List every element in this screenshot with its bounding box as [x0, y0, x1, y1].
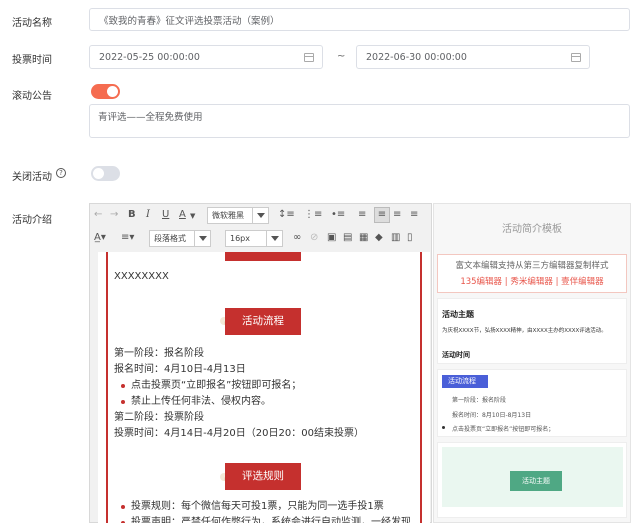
ordered-list-icon[interactable]: ⋮≡: [304, 208, 322, 222]
vote-end-value: 2022-06-30 00:00:00: [366, 51, 467, 63]
intro-label: 活动介绍: [12, 215, 52, 226]
bullet-dot: [121, 505, 125, 509]
question-circle-icon[interactable]: ?: [56, 168, 66, 178]
third-party-notice: 富文本编辑支持从第三方编辑器复制样式 135编辑器 | 秀米编辑器 | 壹伴编辑…: [437, 254, 627, 293]
close-activity-toggle[interactable]: [91, 166, 120, 181]
paste-icon[interactable]: ▥: [391, 231, 400, 245]
font-color-icon[interactable]: A: [179, 208, 186, 222]
paragraph-format-select[interactable]: 段落格式: [149, 230, 211, 247]
font-size-value: 16px: [230, 234, 250, 243]
activity-name-label: 活动名称: [12, 18, 52, 29]
vote-time-label: 投票时间: [12, 55, 52, 66]
underline-icon[interactable]: U: [162, 208, 169, 222]
card-theme-button: 活动主题: [510, 471, 562, 491]
unordered-list-icon[interactable]: •≡: [331, 208, 345, 222]
image-icon[interactable]: ▣: [327, 231, 336, 245]
italic-icon[interactable]: I: [146, 208, 150, 222]
toggle-knob: [93, 168, 104, 179]
card-line-3: 点击投票页“立即报名”按钮即可报名；: [452, 426, 555, 433]
editor-content[interactable]: XXXXXXXX 活动流程 第一阶段：报名阶段 报名时间：4月10日-4月13日…: [98, 252, 430, 523]
unlink-icon[interactable]: ⊘: [310, 231, 318, 245]
rules-bullet-2: 投票声明：严禁任何作弊行为，系统会进行自动监测，一经发现: [131, 517, 411, 523]
link-icon[interactable]: ∞: [293, 231, 301, 245]
document-icon[interactable]: ▯: [407, 231, 413, 245]
background-color-icon[interactable]: A̲▾: [94, 231, 106, 245]
template-card-theme[interactable]: 活动主题 为庆祝XXXX节，弘扬XXXX精神，由XXXX主办的XXXX评选活动。…: [437, 298, 627, 364]
banner-rules: 评选规则: [225, 463, 301, 490]
stage1-bullet-1: 点击投票页“立即报名”按钮即可报名；: [131, 380, 302, 391]
indent-icon[interactable]: ≡▾: [121, 231, 134, 245]
template-card-green[interactable]: 活动主题: [437, 442, 627, 518]
stage1-time: 报名时间：4月10日-4月13日: [114, 364, 246, 375]
stage1-bullet-2: 禁止上传任何非法、侵权内容。: [131, 396, 271, 407]
line-height-icon[interactable]: ↕≡: [278, 208, 295, 222]
align-center-icon[interactable]: ≡: [374, 207, 390, 223]
font-family-value: 微软雅黑: [212, 211, 244, 220]
undo-icon[interactable]: ←: [94, 208, 102, 222]
bold-icon[interactable]: B: [128, 208, 136, 222]
align-right-icon[interactable]: ≡: [393, 208, 401, 222]
align-justify-icon[interactable]: ≡: [410, 208, 418, 222]
activity-name-value: 《致我的青春》征文评选投票活动（案例）: [99, 15, 280, 27]
chevron-down-icon: [252, 208, 268, 223]
redo-icon[interactable]: →: [110, 208, 118, 222]
link-separator: |: [504, 277, 508, 287]
bullet-dot: [121, 400, 125, 404]
video-icon[interactable]: ▤: [343, 231, 352, 245]
font-color-dropdown-icon[interactable]: ▼: [190, 209, 195, 223]
chevron-down-icon: [194, 231, 210, 246]
bullet-dot: [121, 384, 125, 388]
vote-end-input[interactable]: 2022-06-30 00:00:00: [356, 45, 590, 69]
editor-xiumi-link[interactable]: 秀米编辑器: [510, 277, 553, 287]
vote-start-value: 2022-05-25 00:00:00: [99, 51, 200, 63]
template-panel-title: 活动简介模板: [502, 224, 562, 235]
font-family-select[interactable]: 微软雅黑: [207, 207, 269, 224]
card-line-2: 报名时间：8月10日-8月13日: [452, 412, 532, 419]
font-size-select[interactable]: 16px: [225, 230, 283, 247]
marquee-textarea[interactable]: 青评选——全程免费使用: [89, 104, 630, 138]
banner-process: 活动流程: [225, 308, 301, 335]
notice-text: 富文本编辑支持从第三方编辑器复制样式: [455, 261, 609, 271]
banner-top-partial: [225, 252, 301, 261]
vote-start-input[interactable]: 2022-05-25 00:00:00: [89, 45, 323, 69]
card-title: 活动主题: [442, 310, 474, 319]
close-activity-label: 关闭活动: [12, 172, 52, 183]
stage2-title: 第二阶段：投票阶段: [114, 412, 204, 423]
template-card-process[interactable]: 活动流程 第一阶段：报名阶段 报名时间：8月10日-8月13日 点击投票页“立即…: [437, 369, 627, 437]
card-body: 为庆祝XXXX节，弘扬XXXX精神，由XXXX主办的XXXX评选活动。: [442, 328, 607, 334]
toggle-knob: [107, 86, 118, 97]
stage1-title: 第一阶段：报名阶段: [114, 348, 204, 359]
eraser-icon[interactable]: ◆: [375, 231, 383, 245]
card-tag: 活动流程: [442, 375, 488, 388]
marquee-label: 滚动公告: [12, 91, 52, 102]
activity-name-input[interactable]: 《致我的青春》征文评选投票活动（案例）: [89, 8, 630, 31]
card-line-1: 第一阶段：报名阶段: [452, 397, 507, 404]
card-extra: 活动时间: [442, 351, 470, 359]
calendar-icon: [304, 53, 314, 62]
date-range-separator: ~: [337, 51, 346, 62]
table-icon[interactable]: ▦: [359, 231, 368, 245]
bullet-dot: [442, 426, 445, 429]
calendar-icon: [571, 53, 581, 62]
editor-135-link[interactable]: 135编辑器: [460, 277, 502, 287]
chevron-down-icon: [266, 231, 282, 246]
left-border-decoration: [106, 252, 108, 523]
align-left-icon[interactable]: ≡: [358, 208, 366, 222]
marquee-text: 青评选——全程免费使用: [98, 112, 203, 123]
marquee-toggle[interactable]: [91, 84, 120, 99]
rules-bullet-1: 投票规则：每个微信每天可投1票，只能为同一选手投1票: [131, 501, 384, 512]
link-separator: |: [555, 277, 559, 287]
paragraph-format-value: 段落格式: [154, 234, 186, 243]
right-border-decoration: [420, 252, 422, 523]
placeholder-text: XXXXXXXX: [114, 271, 169, 282]
editor-yiban-link[interactable]: 壹伴编辑器: [561, 277, 604, 287]
stage2-time: 投票时间：4月14日-4月20日（20日20：00结束投票）: [114, 428, 364, 439]
